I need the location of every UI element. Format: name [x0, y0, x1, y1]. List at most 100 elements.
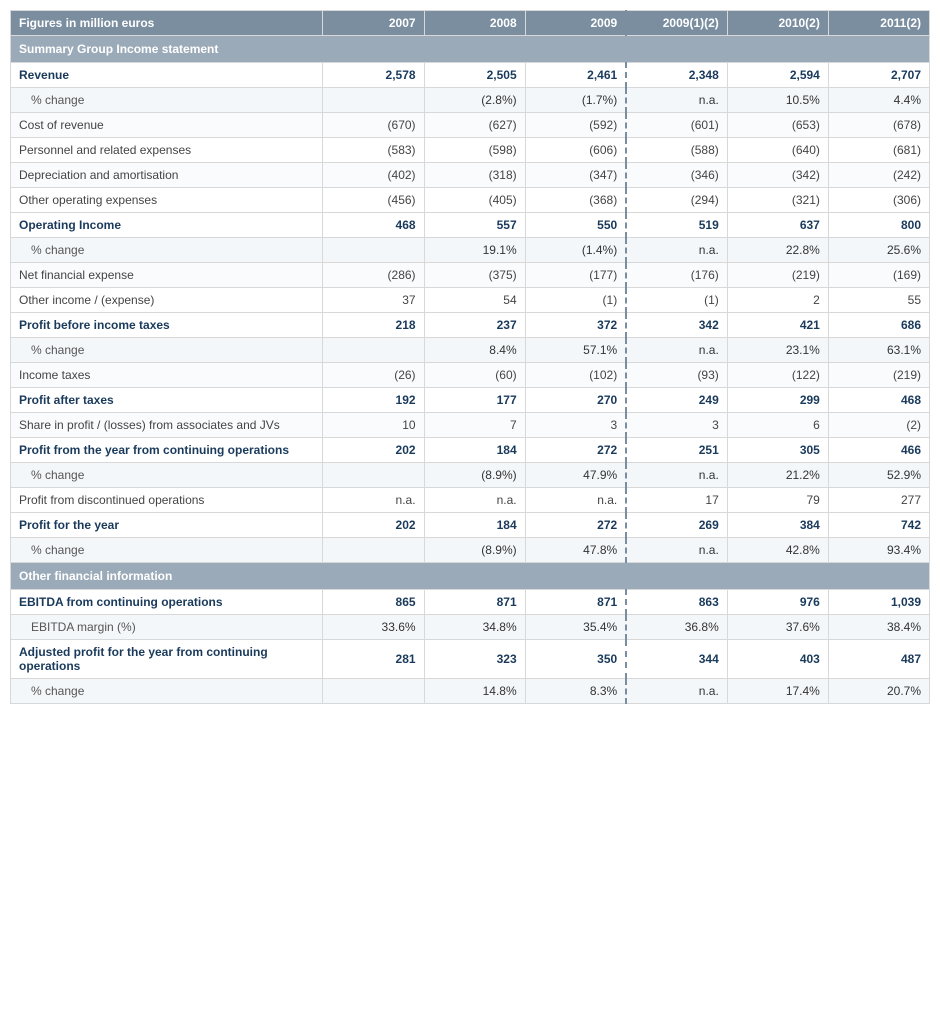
row-value: 34.8%	[424, 615, 525, 640]
row-label: Adjusted profit for the year from contin…	[11, 640, 323, 679]
financial-table: Figures in million euros 2007 2008 2009 …	[10, 10, 930, 704]
header-2010: 2010(2)	[727, 11, 828, 36]
row-value: 468	[828, 388, 929, 413]
row-value: 557	[424, 213, 525, 238]
row-value: (653)	[727, 113, 828, 138]
row-value: 1,039	[828, 590, 929, 615]
row-value: (2.8%)	[424, 88, 525, 113]
row-value: (368)	[525, 188, 626, 213]
row-label: % change	[11, 238, 323, 263]
row-value	[323, 463, 424, 488]
table-row: Personnel and related expenses(583)(598)…	[11, 138, 930, 163]
row-value: 184	[424, 513, 525, 538]
row-value: 10	[323, 413, 424, 438]
row-value: (346)	[626, 163, 727, 188]
row-value: 7	[424, 413, 525, 438]
row-value: 742	[828, 513, 929, 538]
row-value: n.a.	[626, 238, 727, 263]
row-value: (93)	[626, 363, 727, 388]
row-value: (670)	[323, 113, 424, 138]
row-value: (592)	[525, 113, 626, 138]
table-row: Share in profit / (losses) from associat…	[11, 413, 930, 438]
row-label: Income taxes	[11, 363, 323, 388]
row-value: 421	[727, 313, 828, 338]
row-value: 487	[828, 640, 929, 679]
table-row: % change(8.9%)47.9%n.a.21.2%52.9%	[11, 463, 930, 488]
row-label: Share in profit / (losses) from associat…	[11, 413, 323, 438]
row-value: 8.3%	[525, 679, 626, 704]
row-value: n.a.	[525, 488, 626, 513]
row-label: Cost of revenue	[11, 113, 323, 138]
row-value	[323, 538, 424, 563]
row-value: (219)	[828, 363, 929, 388]
row-value: n.a.	[323, 488, 424, 513]
section2-header: Other financial information	[11, 563, 930, 590]
row-value: n.a.	[424, 488, 525, 513]
row-value: 2,594	[727, 63, 828, 88]
table-row: Depreciation and amortisation(402)(318)(…	[11, 163, 930, 188]
table-row: Profit from the year from continuing ope…	[11, 438, 930, 463]
row-value: 202	[323, 438, 424, 463]
table-row: Other operating expenses(456)(405)(368)(…	[11, 188, 930, 213]
row-value: 871	[525, 590, 626, 615]
row-value: 468	[323, 213, 424, 238]
row-value: (405)	[424, 188, 525, 213]
row-value: n.a.	[626, 88, 727, 113]
table-row: % change(8.9%)47.8%n.a.42.8%93.4%	[11, 538, 930, 563]
row-value: 21.2%	[727, 463, 828, 488]
row-value: 281	[323, 640, 424, 679]
row-value: 35.4%	[525, 615, 626, 640]
row-value: 686	[828, 313, 929, 338]
row-value: 269	[626, 513, 727, 538]
row-value: 863	[626, 590, 727, 615]
row-value: 192	[323, 388, 424, 413]
row-value: 344	[626, 640, 727, 679]
row-value: 55	[828, 288, 929, 313]
header-2009: 2009	[525, 11, 626, 36]
table-row: EBITDA margin (%)33.6%34.8%35.4%36.8%37.…	[11, 615, 930, 640]
row-value: n.a.	[626, 338, 727, 363]
row-value: 976	[727, 590, 828, 615]
row-value: 237	[424, 313, 525, 338]
table-row: Profit before income taxes21823737234242…	[11, 313, 930, 338]
table-row: Revenue2,5782,5052,4612,3482,5942,707	[11, 63, 930, 88]
row-value: (177)	[525, 263, 626, 288]
row-value: (678)	[828, 113, 929, 138]
row-value: 350	[525, 640, 626, 679]
row-value: 218	[323, 313, 424, 338]
row-value: 323	[424, 640, 525, 679]
row-value: 6	[727, 413, 828, 438]
header-2007: 2007	[323, 11, 424, 36]
row-label: Profit for the year	[11, 513, 323, 538]
row-value: 3	[525, 413, 626, 438]
row-label: % change	[11, 338, 323, 363]
header-label: Figures in million euros	[11, 11, 323, 36]
row-label: EBITDA from continuing operations	[11, 590, 323, 615]
row-value: 2,505	[424, 63, 525, 88]
row-value: 277	[828, 488, 929, 513]
row-value	[323, 338, 424, 363]
table-row: % change14.8%8.3%n.a.17.4%20.7%	[11, 679, 930, 704]
row-value: 305	[727, 438, 828, 463]
row-value: 2	[727, 288, 828, 313]
header-2009-adj: 2009(1)(2)	[626, 11, 727, 36]
row-value: (8.9%)	[424, 463, 525, 488]
row-value: 865	[323, 590, 424, 615]
row-label: Personnel and related expenses	[11, 138, 323, 163]
row-value: (2)	[828, 413, 929, 438]
row-value: (601)	[626, 113, 727, 138]
row-value: (60)	[424, 363, 525, 388]
row-label: Profit from discontinued operations	[11, 488, 323, 513]
row-value: 93.4%	[828, 538, 929, 563]
row-label: Depreciation and amortisation	[11, 163, 323, 188]
row-value: 270	[525, 388, 626, 413]
row-value: 3	[626, 413, 727, 438]
row-value: (583)	[323, 138, 424, 163]
row-value: (1.4%)	[525, 238, 626, 263]
row-value: 871	[424, 590, 525, 615]
table-row: Income taxes(26)(60)(102)(93)(122)(219)	[11, 363, 930, 388]
table-row: % change19.1%(1.4%)n.a.22.8%25.6%	[11, 238, 930, 263]
header-2008: 2008	[424, 11, 525, 36]
section1-header: Summary Group Income statement	[11, 36, 930, 63]
row-value: (286)	[323, 263, 424, 288]
